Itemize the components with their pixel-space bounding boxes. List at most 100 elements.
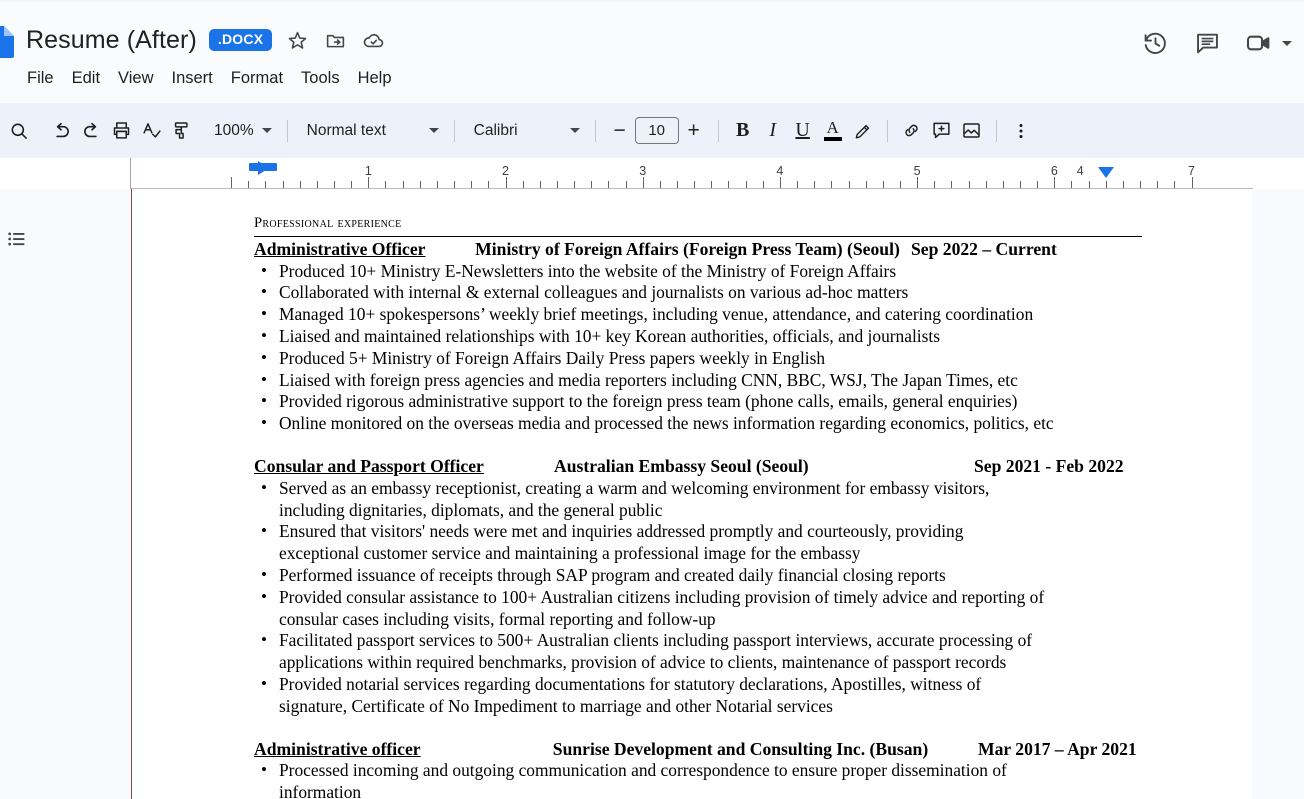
ruler-tick (316, 181, 318, 188)
list-item: Provided notarial services regarding doc… (254, 673, 1049, 718)
plus-icon: + (687, 119, 700, 142)
ruler-tick (454, 181, 456, 188)
ruler-tick (385, 181, 387, 188)
font-family-dropdown[interactable]: Calibri (464, 115, 586, 147)
menu-tools[interactable]: Tools (292, 66, 349, 91)
highlight-pen-icon[interactable] (848, 116, 878, 146)
ruler-tick (539, 181, 541, 188)
ruler-number: 3 (639, 164, 647, 178)
job-bullet-list: Processed incoming and outgoing communic… (254, 759, 1252, 799)
document-canvas: Professional experience Administrative O… (0, 189, 1304, 799)
menu-help[interactable]: Help (349, 66, 401, 91)
ruler-tick (865, 181, 867, 188)
ruler-tick (917, 177, 919, 188)
ruler-tick (334, 181, 335, 188)
ruler-tick (797, 181, 799, 188)
left-indent-marker[interactable] (258, 161, 269, 175)
chevron-down-icon (261, 128, 272, 133)
ruler-tick (436, 181, 438, 188)
document-body[interactable]: Professional experience Administrative O… (132, 213, 1252, 799)
job-header-row: Administrative Officer Ministry of Forei… (254, 239, 1252, 261)
document-outline-icon[interactable] (3, 225, 31, 253)
text-color-button[interactable]: A (818, 116, 848, 146)
ruler-tick (419, 181, 421, 188)
document-page[interactable]: Professional experience Administrative O… (131, 189, 1252, 799)
bold-button[interactable]: B (728, 116, 758, 146)
ruler-number: 2 (502, 164, 509, 178)
video-meet-chevron-down-icon[interactable] (1282, 40, 1294, 46)
comment-history-icon[interactable] (1192, 28, 1222, 58)
job-title: Administrative officer (254, 738, 421, 759)
ruler-tick (368, 177, 370, 188)
zoom-dropdown[interactable]: 100% (204, 115, 278, 147)
job-organization: Ministry of Foreign Affairs (Foreign Pre… (475, 238, 900, 259)
cloud-saved-icon[interactable] (360, 27, 386, 53)
formatting-toolbar: 100% Normal text Calibri − 10 + B I U A (0, 103, 1304, 158)
ruler-tick (968, 181, 970, 188)
font-size-input[interactable]: 10 (634, 117, 679, 144)
menu-file[interactable]: File (18, 66, 63, 91)
list-item: Managed 10+ spokespersons’ weekly brief … (254, 303, 1120, 326)
ruler-tick (1037, 181, 1039, 188)
menu-view[interactable]: View (109, 66, 162, 91)
ruler-tick (1002, 181, 1004, 188)
paint-format-icon[interactable] (166, 116, 196, 146)
bold-label: B (735, 119, 750, 141)
ruler-number: 5 (913, 164, 921, 178)
ruler-number: 4 (1076, 164, 1084, 178)
add-comment-icon[interactable] (927, 116, 957, 146)
more-options-icon[interactable] (1006, 116, 1036, 146)
text-color-label: A (826, 118, 839, 137)
ruler-tick (728, 181, 730, 188)
ruler-tick (282, 181, 284, 188)
increase-font-size-button[interactable]: + (679, 116, 709, 146)
version-history-icon[interactable] (1140, 28, 1170, 58)
undo-icon[interactable] (46, 116, 76, 146)
list-item: Produced 5+ Ministry of Foreign Affairs … (254, 347, 1120, 370)
job-bullet-list: Served as an embassy receptionist, creat… (254, 477, 1252, 718)
video-meet-icon[interactable] (1244, 28, 1274, 58)
text-color-swatch (823, 137, 842, 141)
google-docs-icon[interactable] (0, 24, 14, 58)
document-header-bar: Resume (After) .DOCX File Edit View Inse… (0, 2, 1304, 103)
right-indent-marker[interactable] (1098, 167, 1114, 178)
ruler-tick (745, 181, 747, 188)
toolbar-divider (453, 119, 455, 142)
title-and-menu: Resume (After) .DOCX File Edit View Inse… (26, 20, 401, 91)
zoom-value: 100% (214, 121, 254, 139)
insert-link-icon[interactable] (897, 116, 927, 146)
print-icon[interactable] (106, 116, 136, 146)
job-date-range: Sep 2022 – Current (911, 238, 1057, 259)
italic-button[interactable]: I (758, 116, 788, 146)
spellcheck-icon[interactable] (136, 116, 166, 146)
page-title[interactable]: Resume (After) (26, 26, 197, 55)
ruler-tick (248, 181, 250, 188)
redo-icon[interactable] (76, 116, 106, 146)
ruler-tick (299, 181, 301, 188)
menu-format[interactable]: Format (222, 66, 292, 91)
ruler-tick (488, 181, 490, 188)
toolbar-divider (286, 119, 288, 142)
horizontal-ruler[interactable]: 1 2 3 4 4 5 6 7 (0, 158, 1304, 189)
ruler-tick (591, 181, 593, 188)
star-icon[interactable] (284, 27, 310, 53)
list-item: Collaborated with internal & external co… (254, 281, 1120, 304)
menu-edit[interactable]: Edit (63, 66, 109, 91)
list-item: Processed incoming and outgoing communic… (254, 759, 1074, 799)
ruler-tick (985, 181, 987, 188)
decrease-font-size-button[interactable]: − (605, 116, 635, 146)
search-icon[interactable] (4, 116, 34, 146)
paragraph-style-value: Normal text (306, 121, 386, 139)
underline-button[interactable]: U (788, 116, 818, 146)
menu-insert[interactable]: Insert (163, 66, 222, 91)
move-to-folder-icon[interactable] (322, 27, 348, 53)
ruler-tick (1122, 181, 1124, 188)
ruler-tick (882, 181, 884, 188)
paragraph-style-dropdown[interactable]: Normal text (297, 115, 445, 147)
ruler-tick (779, 177, 781, 188)
ruler-tick (762, 181, 764, 188)
ruler-tick (677, 181, 678, 188)
insert-image-icon[interactable] (957, 116, 987, 146)
ruler-number: 6 (1050, 164, 1058, 178)
job-title: Consular and Passport Officer (254, 455, 484, 476)
